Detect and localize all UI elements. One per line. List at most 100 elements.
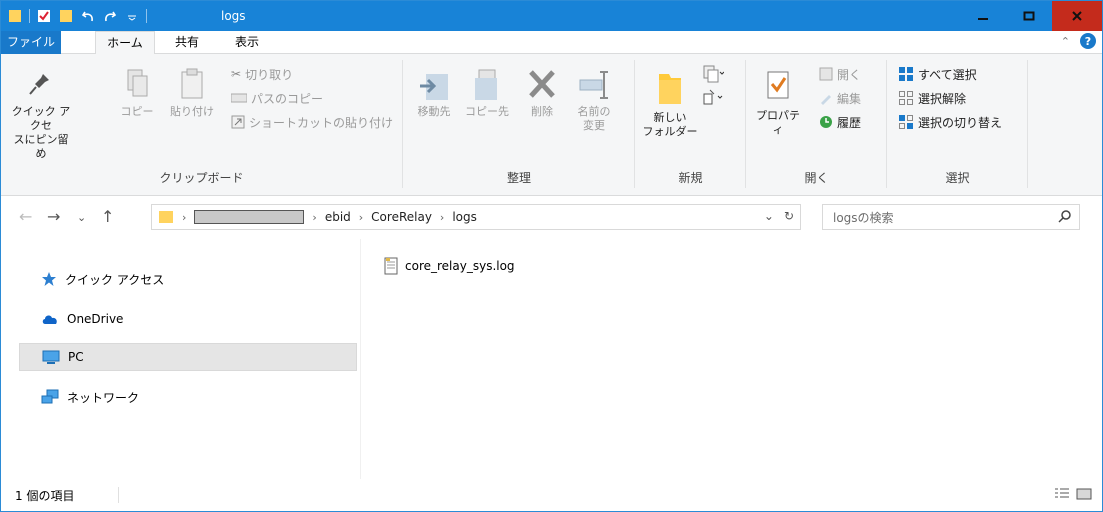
breadcrumb-2[interactable]: logs <box>452 210 477 224</box>
new-item-button[interactable] <box>702 64 724 84</box>
file-name: core_relay_sys.log <box>405 259 515 273</box>
new-group-label: 新規 <box>678 171 703 185</box>
qat-separator <box>29 9 30 23</box>
status-separator <box>118 487 119 503</box>
pin-label-1: クイック アクセ <box>11 105 71 132</box>
large-icons-view-icon[interactable] <box>1076 487 1092 501</box>
select-none-icon <box>899 91 913 105</box>
refresh-icon[interactable]: ↻ <box>784 209 794 223</box>
recent-locations-chevron-icon[interactable]: ⌄ <box>77 211 86 224</box>
ribbon-right-controls: ⌃ ? <box>1061 33 1096 49</box>
explorer-window: logs ファイル ホーム 共有 表示 ⌃ ? クイック アクセ スにピン留め … <box>0 0 1103 512</box>
tab-file[interactable]: ファイル <box>1 31 61 54</box>
forward-arrow-icon[interactable]: → <box>47 207 60 226</box>
maximize-button[interactable] <box>1006 1 1052 31</box>
new-folder-button[interactable]: 新しい フォルダー <box>642 68 698 139</box>
paste-shortcut-button[interactable]: ショートカットの貼り付け <box>231 112 393 132</box>
new-folder-label-1: 新しい <box>653 111 687 124</box>
paste-button[interactable]: 貼り付け <box>167 68 217 119</box>
nav-item-label: ネットワーク <box>67 390 140 405</box>
scissors-icon: ✂ <box>231 67 242 81</box>
search-icon <box>1058 210 1071 223</box>
properties-button[interactable]: プロパティ <box>751 68 805 137</box>
move-to-icon <box>420 74 448 100</box>
search-input[interactable]: logsの検索 <box>822 204 1080 230</box>
window-title: logs <box>221 9 246 23</box>
breadcrumb-1[interactable]: CoreRelay <box>371 210 432 224</box>
copy-label: コピー <box>120 105 154 118</box>
file-item[interactable]: core_relay_sys.log <box>383 257 515 275</box>
folder-icon <box>159 211 173 223</box>
organize-group-label: 整理 <box>506 171 531 185</box>
undo-icon[interactable] <box>80 8 96 24</box>
close-icon <box>1072 11 1082 21</box>
history-label: 履歴 <box>837 115 862 130</box>
easy-access-button[interactable] <box>702 88 724 108</box>
rename-label-2: 変更 <box>583 119 605 132</box>
copy-to-button[interactable]: コピー先 <box>460 68 514 119</box>
back-arrow-icon[interactable]: ← <box>19 207 32 226</box>
paste-shortcut-icon <box>231 115 245 129</box>
chevron-right-icon[interactable]: › <box>359 211 363 224</box>
redo-icon[interactable] <box>102 8 118 24</box>
paste-shortcut-label: ショートカットの貼り付け <box>249 115 394 130</box>
address-field[interactable]: › › ebid › CoreRelay › logs ⌄ ↻ <box>151 204 801 230</box>
help-icon[interactable]: ? <box>1080 33 1096 49</box>
history-button[interactable]: 履歴 <box>819 112 861 132</box>
open-group: プロパティ 開く 編集 履歴 開く <box>747 60 887 188</box>
properties-label: プロパティ <box>756 109 800 136</box>
collapse-ribbon-icon[interactable]: ⌃ <box>1061 35 1070 48</box>
redacted-crumb <box>194 210 305 224</box>
item-count: 1 個の項目 <box>15 489 75 503</box>
pin-quick-access-button[interactable]: クイック アクセ スにピン留め <box>11 68 71 161</box>
cut-button[interactable]: ✂ 切り取り <box>231 64 293 84</box>
select-none-button[interactable]: 選択解除 <box>898 88 966 108</box>
open-label: 開く <box>837 67 862 82</box>
tab-home[interactable]: ホーム <box>95 31 155 55</box>
invert-selection-button[interactable]: 選択の切り替え <box>898 112 1002 132</box>
rename-button[interactable]: 名前の 変更 <box>572 68 616 133</box>
log-file-icon <box>384 257 398 275</box>
rename-icon <box>579 71 608 99</box>
close-button[interactable] <box>1052 1 1102 31</box>
copy-path-button[interactable]: パスのコピー <box>231 88 323 108</box>
minimize-button[interactable] <box>960 1 1006 31</box>
chevron-right-icon[interactable]: › <box>440 211 444 224</box>
new-folder-icon <box>659 74 681 104</box>
chevron-right-icon[interactable]: › <box>312 211 316 224</box>
navigation-pane: クイック アクセス OneDrive PC ネットワーク <box>1 239 361 479</box>
properties-check-icon[interactable] <box>36 8 52 24</box>
up-arrow-icon[interactable]: ↑ <box>101 207 114 226</box>
nav-item-onedrive[interactable]: OneDrive <box>19 305 357 333</box>
pin-label-2: スにピン留め <box>13 133 69 160</box>
nav-item-pc[interactable]: PC <box>19 343 357 371</box>
nav-item-quick-access[interactable]: クイック アクセス <box>19 265 357 293</box>
clipboard-group: クイック アクセ スにピン留め コピー 貼り付け ✂ 切り取り パスのコピー シ… <box>1 60 403 188</box>
chevron-down-icon[interactable]: ⌄ <box>764 209 774 223</box>
history-icon <box>820 116 832 128</box>
cloud-icon <box>42 315 57 324</box>
tab-view[interactable]: 表示 <box>227 31 267 54</box>
paste-label: 貼り付け <box>170 105 214 118</box>
invert-selection-icon <box>899 115 913 129</box>
new-folder-icon[interactable] <box>58 8 74 24</box>
dropdown-icon[interactable] <box>124 8 140 24</box>
invert-selection-label: 選択の切り替え <box>918 115 1003 130</box>
select-none-label: 選択解除 <box>918 91 967 106</box>
file-list: core_relay_sys.log <box>371 249 1091 479</box>
delete-button[interactable]: 削除 <box>522 68 562 119</box>
chevron-right-icon[interactable]: › <box>182 211 186 224</box>
nav-item-network[interactable]: ネットワーク <box>19 383 357 411</box>
select-all-button[interactable]: すべて選択 <box>898 64 977 84</box>
tab-share[interactable]: 共有 <box>167 31 207 54</box>
organize-group: 移動先 コピー先 削除 名前の 変更 整理 <box>404 60 635 188</box>
open-button[interactable]: 開く <box>819 64 861 84</box>
edit-label: 編集 <box>837 91 862 106</box>
breadcrumb-0[interactable]: ebid <box>325 210 351 224</box>
move-to-button[interactable]: 移動先 <box>412 68 456 119</box>
edit-button[interactable]: 編集 <box>819 88 861 108</box>
details-view-icon[interactable] <box>1054 487 1070 501</box>
search-placeholder: logsの検索 <box>833 210 894 225</box>
rename-label-1: 名前の <box>577 105 611 118</box>
copy-button[interactable]: コピー <box>119 68 155 119</box>
